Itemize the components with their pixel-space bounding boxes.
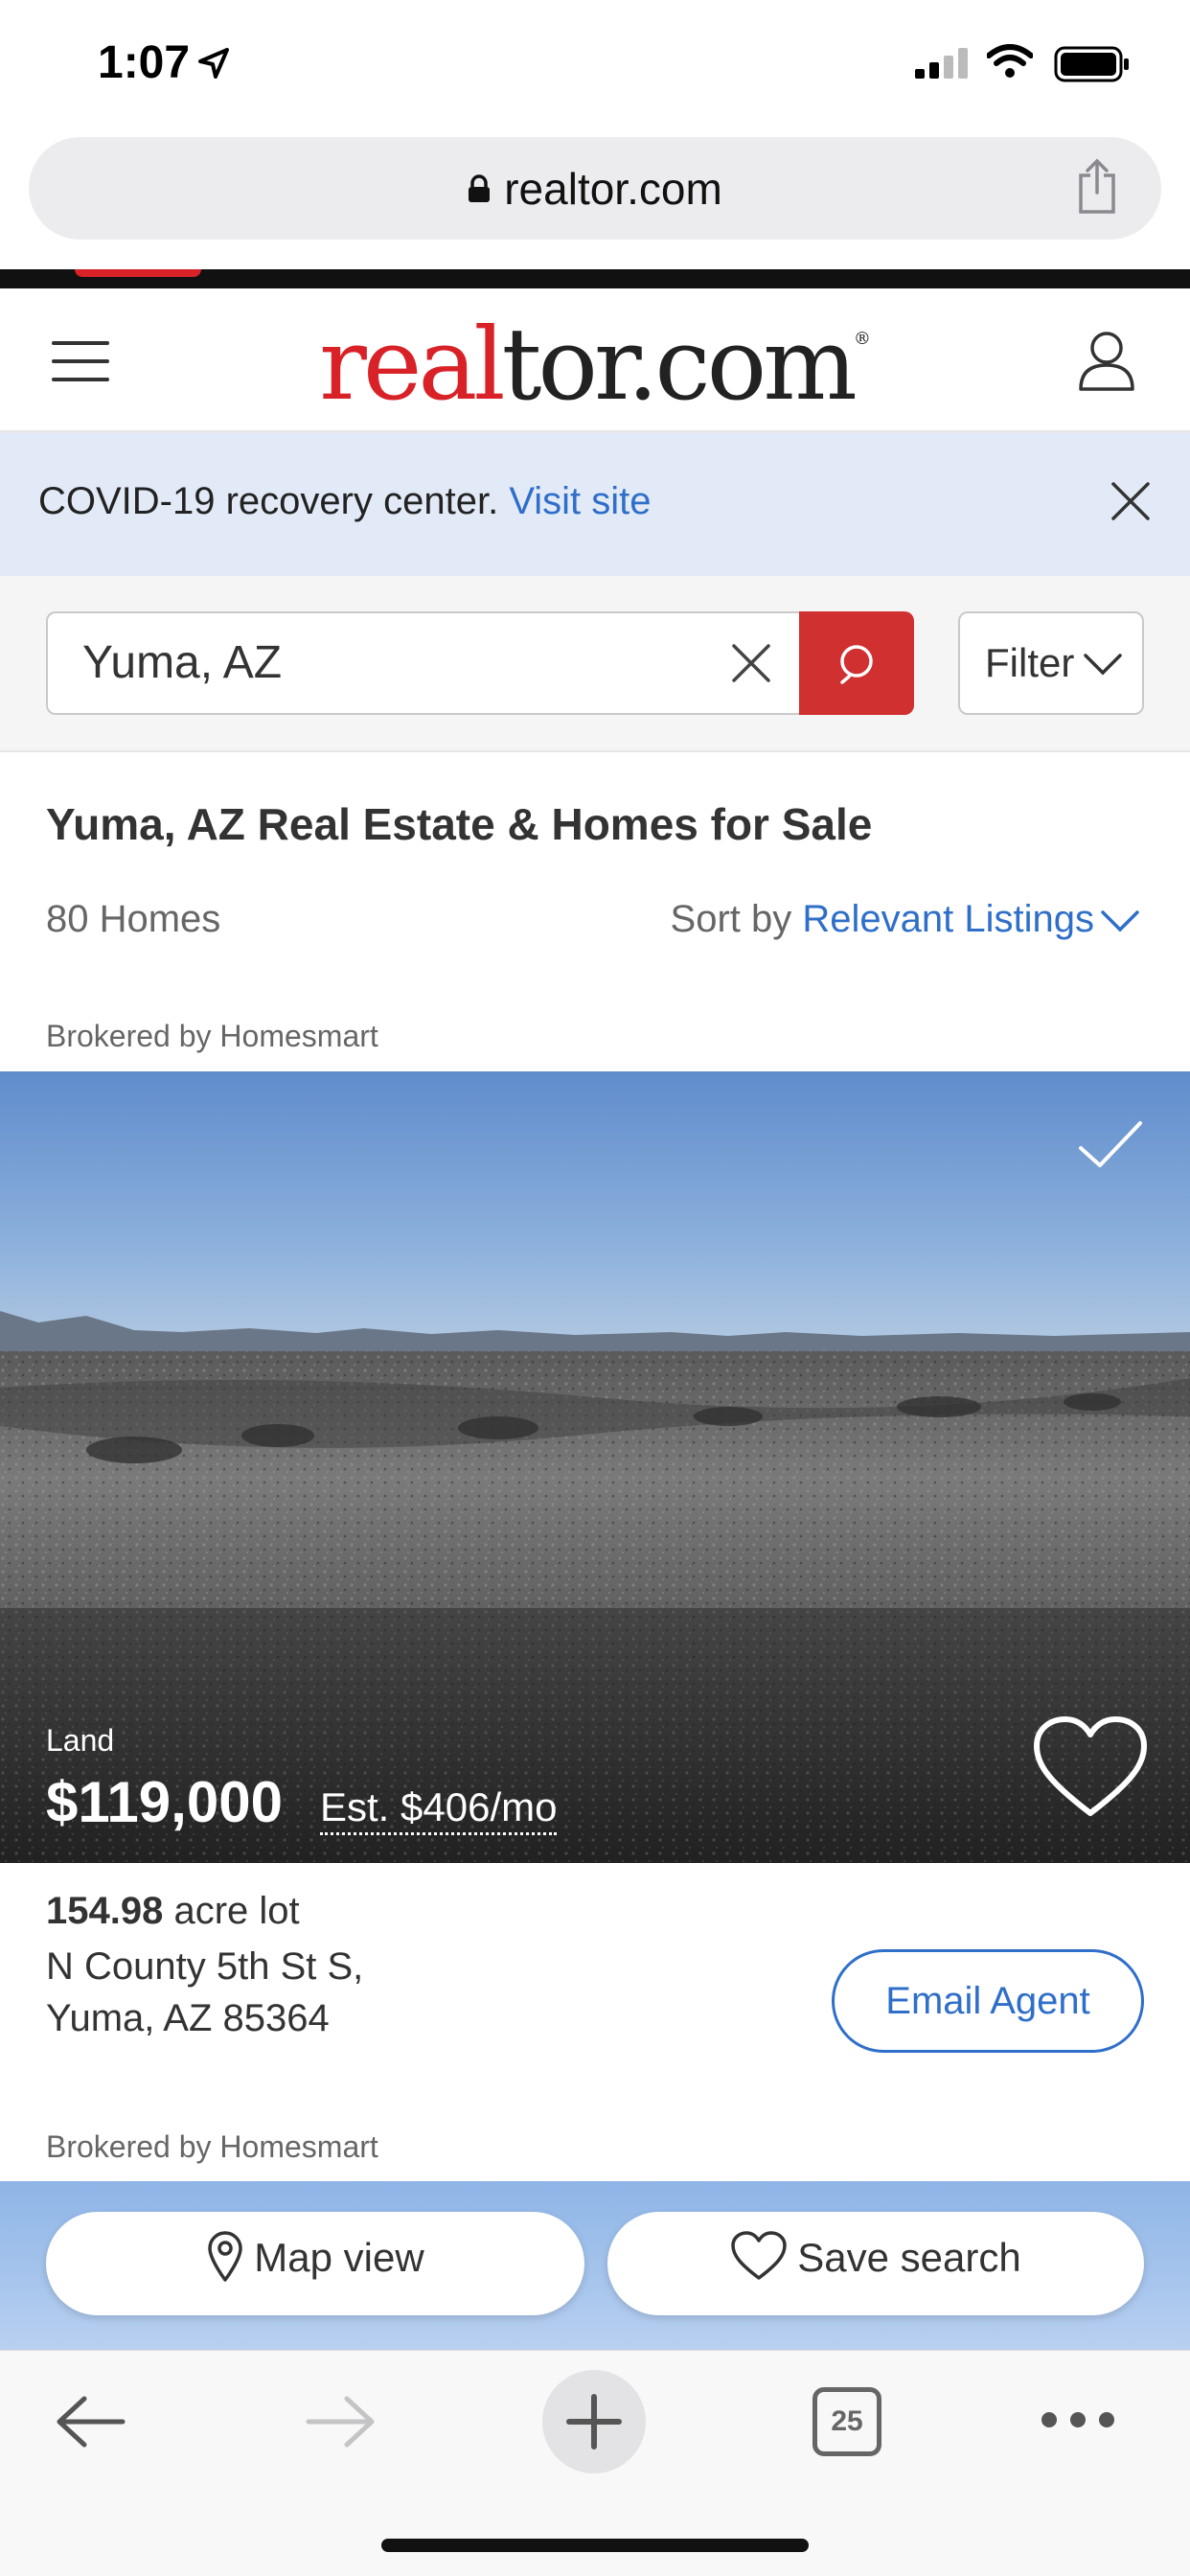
new-tab-button[interactable]: [542, 2370, 646, 2473]
estimated-payment[interactable]: Est. $406/mo: [320, 1784, 558, 1835]
site-top-tab: [75, 269, 201, 277]
battery-icon: [1054, 46, 1129, 82]
sort-chevron-down-icon[interactable]: [1100, 908, 1140, 933]
listing-price: $119,000: [46, 1770, 283, 1834]
save-search-button[interactable]: Save search: [607, 2212, 1144, 2315]
next-listing-brokered-by: Brokered by Homesmart: [46, 2129, 378, 2164]
location-arrow-icon: [198, 48, 229, 79]
realtor-logo[interactable]: realtor.com®: [0, 306, 1190, 423]
url-text: realtor.com: [504, 164, 722, 214]
save-search-label: Save search: [797, 2235, 1021, 2280]
listing-brokered-by: Brokered by Homesmart: [46, 1019, 378, 1053]
sort-label: Sort by: [670, 898, 792, 940]
wifi-icon: [987, 44, 1033, 78]
map-pin-icon: [208, 2231, 243, 2282]
share-icon[interactable]: [1075, 158, 1119, 216]
cellular-signal-icon: [915, 48, 968, 79]
back-arrow-icon[interactable]: [54, 2393, 126, 2450]
more-options-icon[interactable]: [1040, 2410, 1116, 2429]
results-title: Yuma, AZ Real Estate & Homes for Sale: [46, 799, 873, 849]
browser-toolbar: 25: [0, 2350, 1190, 2576]
search-input-value[interactable]: Yuma, AZ: [82, 636, 282, 689]
sort-control[interactable]: Sort by Relevant Listings: [671, 898, 1094, 941]
status-time: 1:07: [98, 37, 191, 88]
chevron-down-icon: [1084, 654, 1122, 676]
browser-url-bar[interactable]: realtor.com: [29, 137, 1161, 240]
lot-size: 154.98 acre lot: [46, 1890, 300, 1933]
heart-icon: [731, 2231, 788, 2280]
filter-button[interactable]: Filter: [958, 611, 1144, 715]
listing-address-line2[interactable]: Yuma, AZ 85364: [46, 1997, 330, 2040]
desert-landscape-image: [0, 1071, 1190, 1863]
clear-search-icon[interactable]: [730, 642, 772, 684]
visit-site-link[interactable]: Visit site: [509, 480, 651, 522]
checkmark-icon: [1079, 1121, 1142, 1167]
search-button[interactable]: [799, 611, 914, 715]
lock-icon: [469, 174, 491, 202]
listing-photo[interactable]: Land $119,000 Est. $406/mo: [0, 1071, 1190, 1863]
home-indicator: [381, 2539, 809, 2552]
site-header: realtor.com®: [0, 288, 1190, 432]
covid-banner-text: COVID-19 recovery center.: [38, 480, 499, 522]
search-icon: [840, 645, 873, 684]
filter-label: Filter: [985, 640, 1075, 685]
tab-switcher-button[interactable]: 25: [812, 2387, 881, 2456]
close-icon[interactable]: [1110, 480, 1152, 522]
plus-icon: [566, 2394, 622, 2450]
save-listing-heart-icon[interactable]: [1031, 1714, 1150, 1821]
covid-banner: COVID-19 recovery center. Visit site: [0, 432, 1190, 576]
lot-size-unit: acre lot: [173, 1890, 300, 1932]
status-bar: 1:07: [0, 0, 1190, 129]
listing-type: Land: [46, 1723, 115, 1758]
map-view-button[interactable]: Map view: [46, 2212, 584, 2315]
map-view-label: Map view: [254, 2235, 424, 2280]
lot-size-value: 154.98: [46, 1890, 164, 1932]
results-count: 80 Homes: [46, 898, 221, 940]
user-account-icon[interactable]: [1077, 329, 1136, 392]
email-agent-button[interactable]: Email Agent: [832, 1949, 1144, 2053]
listing-address-line1[interactable]: N County 5th St S,: [46, 1945, 363, 1989]
sort-value[interactable]: Relevant Listings: [802, 898, 1094, 940]
search-area: Yuma, AZ Filter: [0, 576, 1190, 752]
forward-arrow-icon[interactable]: [305, 2393, 378, 2450]
location-search-input[interactable]: Yuma, AZ: [46, 611, 801, 715]
bottom-action-bar: Map view Save search: [0, 2181, 1190, 2350]
